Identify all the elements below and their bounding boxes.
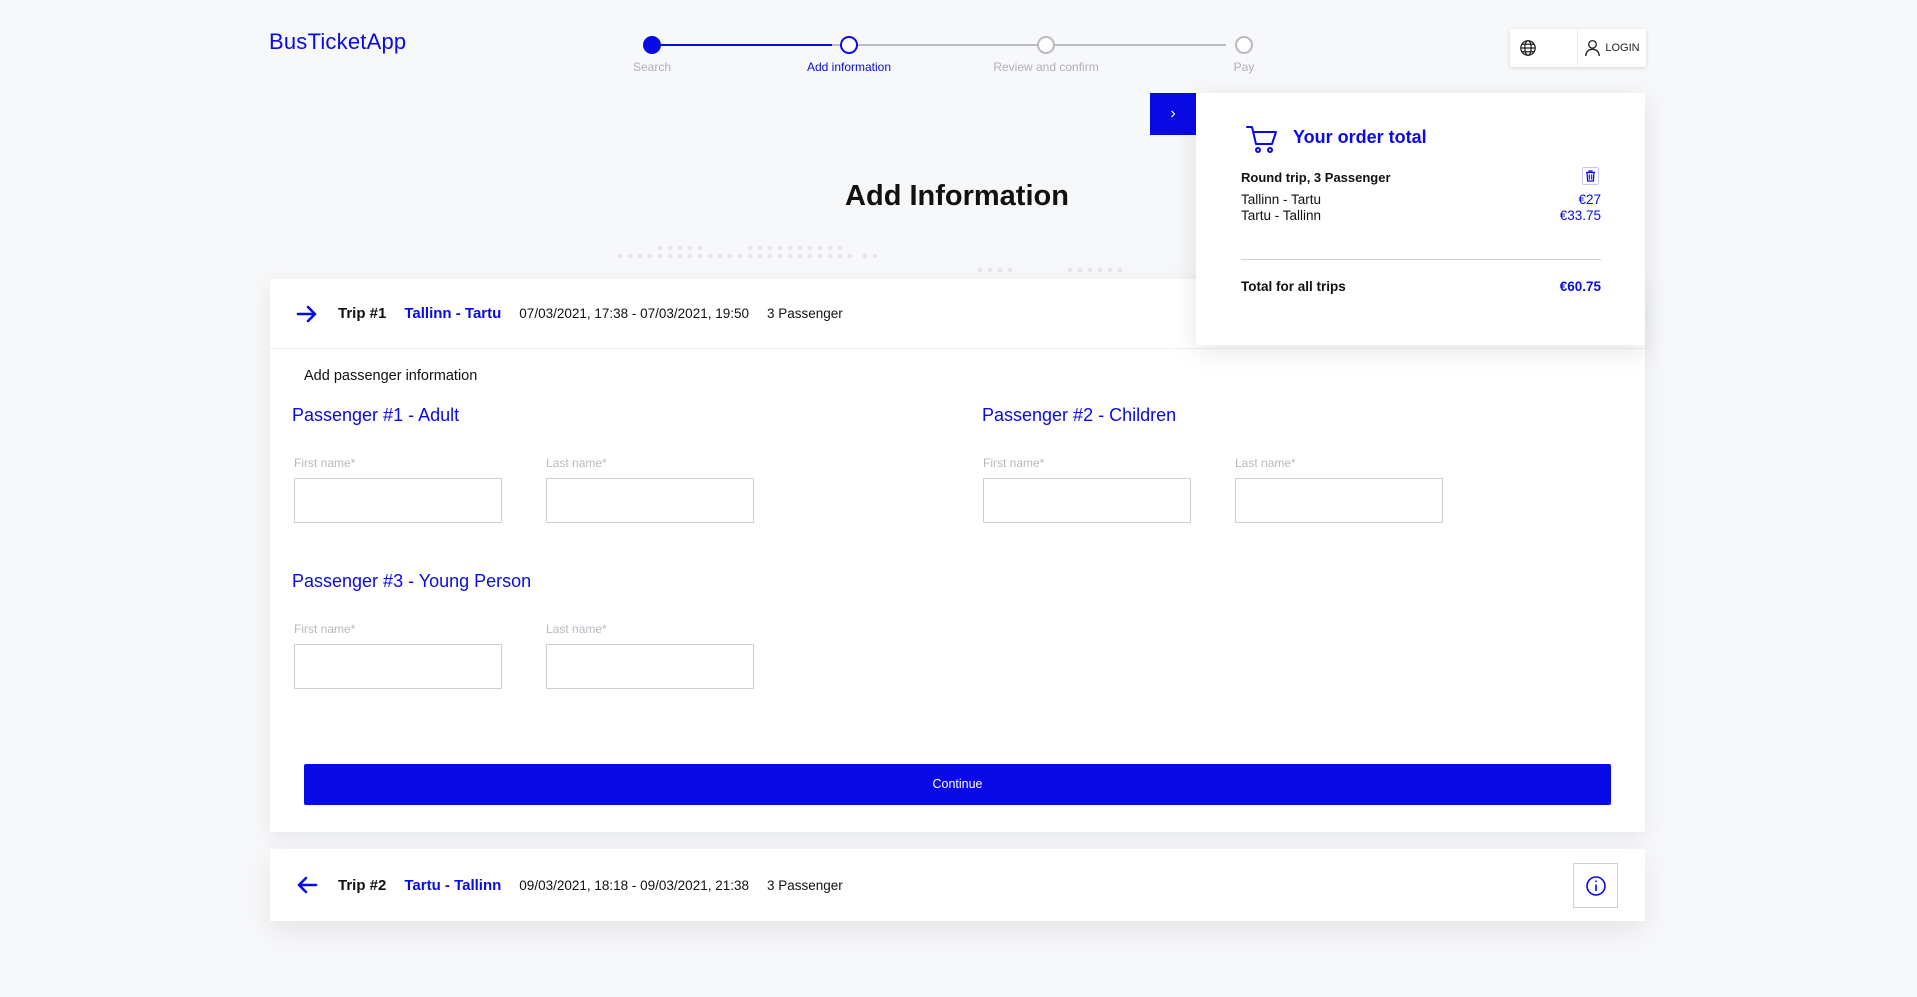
field-label: First name* bbox=[294, 622, 356, 636]
order-line-route: Tartu - Tallinn bbox=[1241, 208, 1322, 223]
language-button[interactable] bbox=[1510, 29, 1578, 67]
field-label: Last name* bbox=[1235, 456, 1296, 470]
passenger-title-text: Passenger #2 - Children bbox=[982, 405, 1177, 425]
order-summary-text: Round trip, 3 Passenger bbox=[1241, 170, 1391, 185]
field-label: First name* bbox=[294, 456, 356, 470]
step-dot bbox=[643, 36, 661, 54]
field-label: Last name* bbox=[546, 456, 607, 470]
arrow-left-icon bbox=[296, 876, 320, 894]
passenger-3-first-name: First name* bbox=[294, 622, 502, 689]
order-title: Your order total bbox=[1293, 127, 1427, 147]
passenger-1-last-name: Last name* bbox=[546, 456, 754, 523]
chevron-right-icon: › bbox=[1170, 105, 1176, 122]
step-dot bbox=[1037, 36, 1055, 54]
trip-route: Tartu - Tallinn bbox=[404, 876, 502, 894]
decorative-dots bbox=[617, 246, 1123, 273]
passenger-2-title: Passenger #2 - Children bbox=[982, 405, 1176, 426]
trip-info-button[interactable] bbox=[1573, 863, 1618, 908]
trash-icon bbox=[1586, 170, 1595, 182]
first-name-input[interactable] bbox=[294, 644, 502, 689]
order-line-price: €27 bbox=[1578, 192, 1601, 207]
trip-1-card: Trip #1 Tallinn - Tartu 07/03/2021, 17:3… bbox=[270, 279, 1645, 832]
user-icon bbox=[1585, 39, 1601, 57]
order-line-2: Tartu - Tallinn €33.75 bbox=[1241, 208, 1601, 223]
login-label: LOGIN bbox=[1605, 42, 1640, 54]
step-label: Add information bbox=[806, 60, 892, 74]
last-name-input[interactable] bbox=[1235, 478, 1443, 523]
first-name-input[interactable] bbox=[983, 478, 1191, 523]
order-total-panel: Your order total Round trip, 3 Passenger… bbox=[1196, 93, 1645, 345]
section-label: Add passenger information bbox=[304, 368, 478, 384]
trip-number: Trip #1 bbox=[338, 305, 387, 322]
step-search[interactable]: Search bbox=[582, 36, 722, 74]
arrow-right-icon bbox=[296, 304, 320, 324]
continue-button[interactable]: Continue bbox=[304, 764, 1611, 805]
order-line-1: Tallinn - Tartu €27 bbox=[1241, 192, 1601, 207]
field-label: First name* bbox=[983, 456, 1045, 470]
step-label: Search bbox=[632, 60, 672, 74]
brand-logo[interactable]: BusTicketApp bbox=[269, 29, 406, 55]
field-label: Last name* bbox=[546, 622, 607, 636]
passenger-1-first-name: First name* bbox=[294, 456, 502, 523]
step-dot bbox=[1235, 36, 1253, 54]
step-review-and-confirm[interactable]: Review and confirm bbox=[976, 36, 1116, 74]
passenger-title-text: Passenger #3 - Young Person bbox=[292, 571, 532, 591]
order-total-value: €60.75 bbox=[1559, 279, 1601, 294]
cart-icon bbox=[1246, 126, 1277, 153]
order-divider bbox=[1241, 259, 1601, 260]
order-panel-toggle[interactable]: › bbox=[1150, 93, 1196, 135]
step-add-information[interactable]: Add information bbox=[779, 36, 919, 74]
passenger-title-text: Passenger #1 - Adult bbox=[292, 405, 460, 425]
passenger-1-title: Passenger #1 - Adult bbox=[292, 405, 459, 426]
globe-icon bbox=[1520, 40, 1536, 56]
trip-2-card[interactable]: Trip #2 Tartu - Tallinn 09/03/2021, 18:1… bbox=[270, 849, 1645, 921]
last-name-input[interactable] bbox=[546, 478, 754, 523]
step-pay[interactable]: Pay bbox=[1174, 36, 1314, 74]
trip-dates: 07/03/2021, 17:38 - 07/03/2021, 19:50 bbox=[519, 306, 749, 321]
trip-passengers: 3 Passenger bbox=[767, 306, 843, 321]
trip-passengers: 3 Passenger bbox=[767, 877, 843, 893]
passenger-3-last-name: Last name* bbox=[546, 622, 754, 689]
first-name-input[interactable] bbox=[294, 478, 502, 523]
order-line-price: €33.75 bbox=[1559, 208, 1601, 223]
step-dot bbox=[840, 36, 858, 54]
order-total-row: Total for all trips €60.75 bbox=[1241, 279, 1601, 294]
passenger-2-first-name: First name* bbox=[983, 456, 1191, 523]
trip-route: Tallinn - Tartu bbox=[404, 305, 502, 322]
clear-order-button[interactable] bbox=[1582, 167, 1599, 185]
order-line-route: Tallinn - Tartu bbox=[1241, 192, 1322, 207]
order-summary: Round trip, 3 Passenger bbox=[1241, 170, 1601, 185]
login-button[interactable]: LOGIN bbox=[1578, 29, 1646, 67]
step-label: Pay bbox=[1233, 60, 1255, 74]
info-icon bbox=[1585, 875, 1606, 896]
passenger-3-title: Passenger #3 - Young Person bbox=[292, 571, 531, 592]
step-label: Review and confirm bbox=[993, 60, 1099, 74]
page-title: Add Information bbox=[845, 180, 1069, 212]
last-name-input[interactable] bbox=[546, 644, 754, 689]
trip-dates: 09/03/2021, 18:18 - 09/03/2021, 21:38 bbox=[519, 877, 749, 893]
passenger-2-last-name: Last name* bbox=[1235, 456, 1443, 523]
trip-number: Trip #2 bbox=[338, 876, 387, 894]
order-total-label: Total for all trips bbox=[1241, 279, 1346, 294]
header-tools: LOGIN bbox=[1510, 29, 1646, 67]
progress-stepper: Search Add information Review and confir… bbox=[633, 36, 1254, 76]
